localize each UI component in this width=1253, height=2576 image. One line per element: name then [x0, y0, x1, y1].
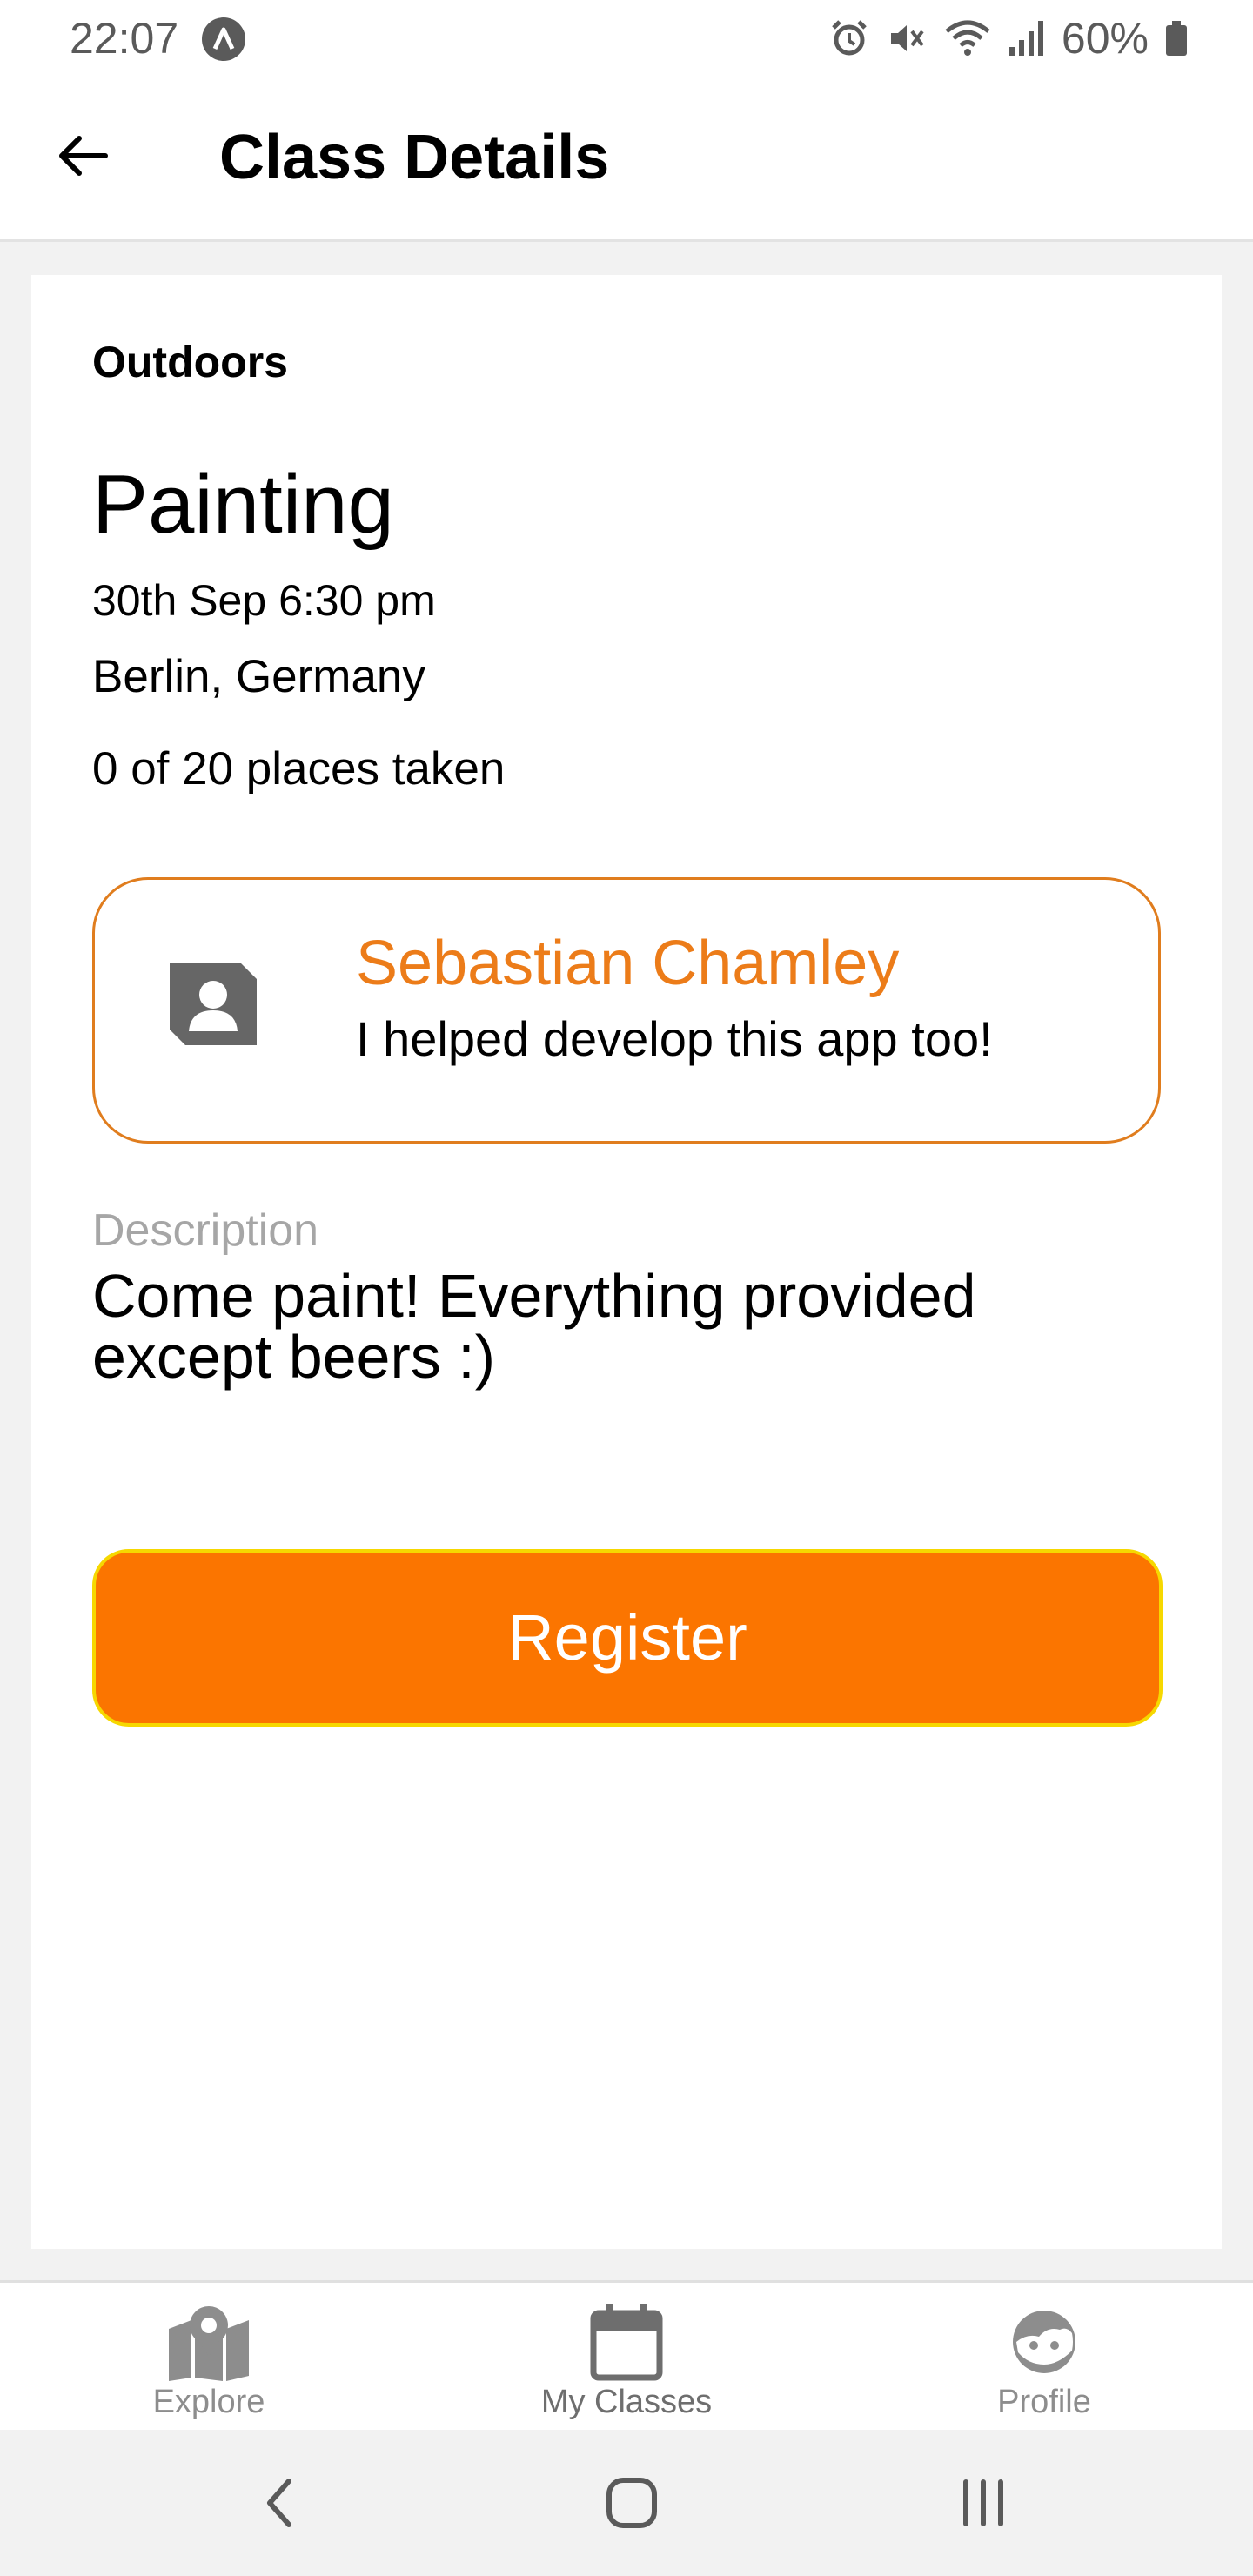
nav-item-profile[interactable]: Profile — [914, 2283, 1175, 2432]
home-square-icon — [606, 2478, 657, 2528]
class-detail-card: Outdoors Painting 30th Sep 6:30 pm Berli… — [31, 275, 1222, 2249]
nav-label-explore: Explore — [152, 2384, 265, 2420]
face-icon — [1001, 2298, 1088, 2385]
status-bar: 22:07 60% — [0, 0, 1253, 77]
description-label: Description — [92, 1205, 319, 1256]
battery-icon — [1164, 17, 1189, 59]
description-text: Come paint! Everything provided except b… — [92, 1262, 976, 1391]
status-time: 22:07 — [70, 14, 179, 63]
alarm-icon — [828, 17, 870, 59]
class-location: Berlin, Germany — [92, 651, 425, 702]
teacher-bio: I helped develop this app too! — [356, 1011, 993, 1066]
mute-icon — [886, 17, 928, 59]
nav-label-profile: Profile — [997, 2384, 1091, 2420]
system-home-button[interactable] — [588, 2459, 675, 2546]
page-title: Class Details — [219, 123, 610, 192]
teacher-name: Sebastian Chamley — [356, 929, 900, 998]
class-category: Outdoors — [92, 338, 288, 386]
battery-percent: 60% — [1061, 14, 1149, 63]
nav-item-explore[interactable]: Explore — [78, 2283, 339, 2432]
calendar-icon — [583, 2298, 670, 2385]
wifi-icon — [943, 17, 992, 59]
chevron-left-icon — [267, 2479, 291, 2527]
signal-icon — [1008, 17, 1046, 59]
class-places: 0 of 20 places taken — [92, 743, 506, 795]
nav-item-my-classes[interactable]: My Classes — [496, 2283, 757, 2432]
teacher-card[interactable]: Sebastian Chamley I helped develop this … — [92, 877, 1161, 1144]
contact-avatar-icon — [166, 958, 260, 1052]
nav-label-my-classes: My Classes — [540, 2384, 713, 2420]
system-nav-bar — [0, 2430, 1253, 2576]
arrow-left-icon — [59, 136, 108, 176]
class-date: 30th Sep 6:30 pm — [92, 576, 436, 625]
register-button-label: Register — [507, 1601, 747, 1674]
assistant-icon — [202, 17, 245, 61]
bottom-nav: Explore My Classes Profile — [0, 2280, 1253, 2430]
map-icon — [165, 2298, 252, 2385]
system-recents-button[interactable] — [940, 2459, 1027, 2546]
back-button[interactable] — [44, 117, 122, 195]
status-icons: 60% — [828, 10, 1189, 66]
recents-icon — [963, 2479, 1003, 2526]
app-bar: Class Details — [0, 77, 1253, 242]
register-button[interactable]: Register — [92, 1549, 1163, 1727]
class-title: Painting — [92, 458, 394, 551]
system-back-button[interactable] — [237, 2459, 324, 2546]
